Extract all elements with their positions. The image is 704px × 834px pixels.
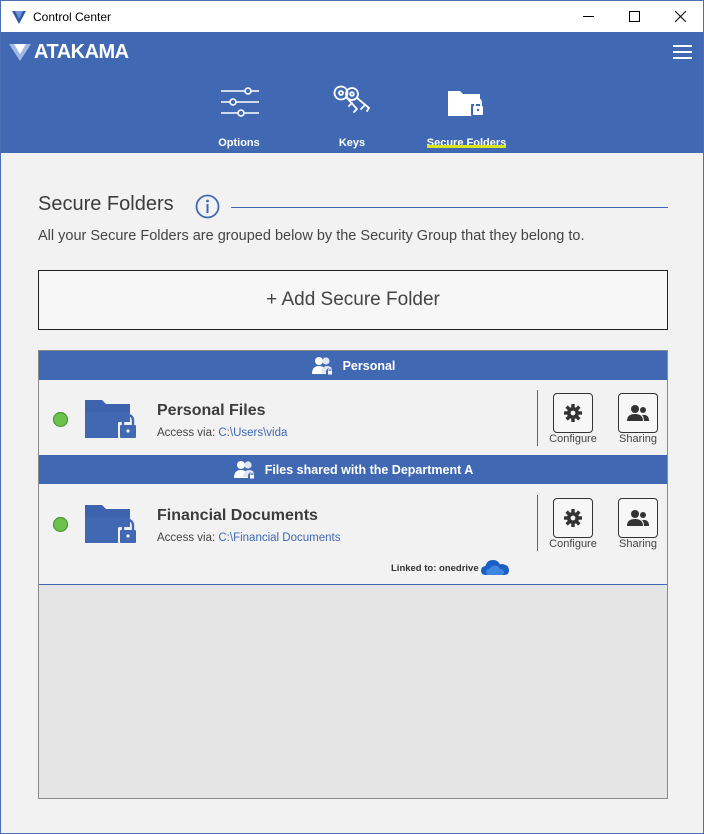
sliders-icon (221, 87, 259, 117)
locked-folder-icon (85, 400, 138, 440)
hamburger-menu-button[interactable] (673, 44, 693, 60)
configure-button[interactable] (553, 498, 593, 538)
access-path-link[interactable]: C:\Users\vida (218, 427, 287, 439)
logo-triangle-icon (9, 44, 31, 61)
configure-button[interactable] (553, 393, 593, 433)
minimize-button[interactable] (565, 1, 611, 32)
users-icon (627, 405, 649, 421)
access-label: Access via: (157, 532, 216, 544)
minimize-icon (582, 16, 594, 17)
close-button[interactable] (657, 1, 703, 32)
group-name: Personal (342, 358, 396, 373)
group-users-icon (233, 460, 256, 480)
configure-label: Configure (549, 433, 597, 445)
linked-storage-label: Linked to: onedrive (391, 563, 479, 574)
info-icon[interactable] (195, 194, 220, 219)
folder-row-personal-files: Personal Files Access via: C:\Users\vida… (39, 380, 667, 455)
onedrive-cloud-icon (481, 560, 509, 575)
keys-icon (333, 85, 370, 113)
status-indicator (53, 412, 68, 427)
access-info: Access via: C:\Users\vida (157, 427, 287, 439)
folder-row-financial-documents: Financial Documents Access via: C:\Finan… (39, 484, 667, 584)
actions-divider (537, 495, 538, 551)
sharing-button[interactable] (618, 498, 658, 538)
group-name: Files shared with the Department A (264, 462, 474, 477)
close-icon (674, 11, 686, 22)
tab-keys-label: Keys (338, 137, 366, 149)
gear-icon (564, 404, 582, 422)
page-subtitle: All your Secure Folders are grouped belo… (38, 228, 585, 244)
tab-keys[interactable]: Keys (330, 82, 374, 152)
group-users-icon (311, 356, 334, 376)
page-title: Secure Folders (38, 193, 174, 215)
sharing-label: Sharing (619, 433, 657, 445)
tab-secure-folders[interactable]: Secure Folders (427, 82, 506, 152)
window-title: Control Center (33, 10, 112, 24)
hamburger-line (673, 51, 692, 53)
group-header-personal: Personal (39, 351, 667, 380)
tab-options[interactable]: Options (211, 82, 267, 152)
users-icon (627, 510, 649, 526)
hamburger-line (673, 57, 692, 59)
atakama-logo: ATAKAMA (9, 41, 129, 63)
maximize-button[interactable] (611, 1, 657, 32)
hamburger-line (673, 45, 692, 47)
app-header: ATAKAMA Options Keys Secure Folders (1, 32, 703, 153)
maximize-icon (628, 11, 640, 22)
configure-label: Configure (549, 538, 597, 550)
control-center-window: Control Center ATAKAMA Options Keys Secu… (0, 0, 704, 834)
atakama-app-icon (12, 11, 26, 24)
access-info: Access via: C:\Financial Documents (157, 532, 340, 544)
tab-options-label: Options (218, 137, 260, 149)
gear-icon (564, 509, 582, 527)
group-header-department-a: Files shared with the Department A (39, 455, 667, 484)
active-tab-underline (427, 145, 506, 148)
actions-divider (537, 390, 538, 446)
brand-name: ATAKAMA (34, 40, 129, 63)
access-label: Access via: (157, 427, 216, 439)
list-divider (39, 584, 667, 585)
locked-folder-icon (85, 505, 138, 545)
locked-folder-icon (447, 91, 485, 116)
status-indicator (53, 517, 68, 532)
sharing-button[interactable] (618, 393, 658, 433)
title-bar: Control Center (1, 1, 703, 32)
title-divider (231, 207, 668, 208)
add-secure-folder-button[interactable]: + Add Secure Folder (38, 270, 668, 330)
folder-name: Personal Files (157, 402, 266, 419)
sharing-label: Sharing (619, 538, 657, 550)
folder-name: Financial Documents (157, 507, 318, 524)
access-path-link[interactable]: C:\Financial Documents (218, 532, 340, 544)
secure-folder-list: Personal Personal Files Access via: C:\U… (38, 350, 668, 799)
